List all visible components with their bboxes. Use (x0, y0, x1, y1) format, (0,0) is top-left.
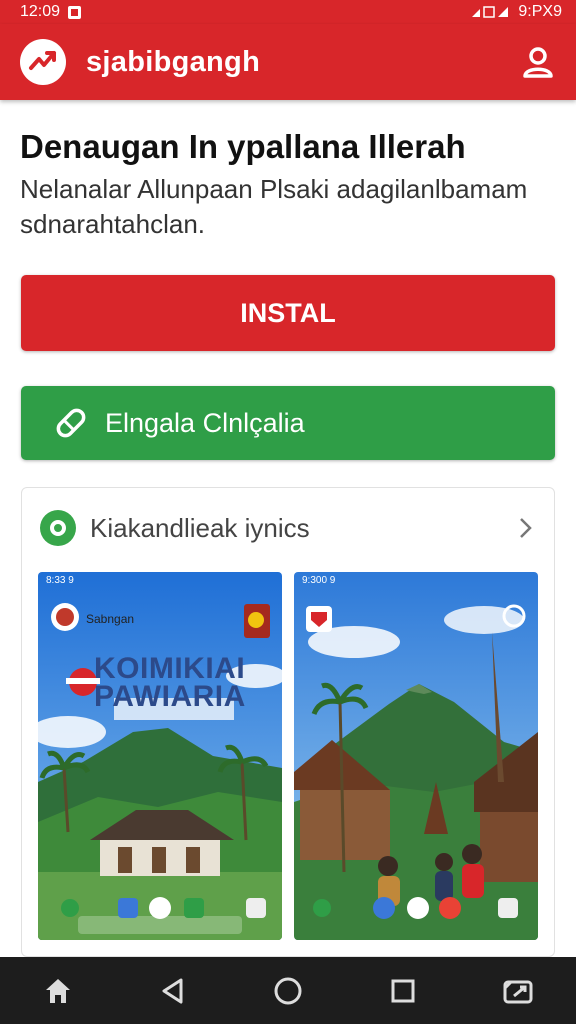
install-button[interactable]: INSTAL (21, 275, 555, 351)
user-icon[interactable] (518, 42, 558, 82)
screenshot-icon[interactable] (490, 963, 546, 1019)
banner-title-line-2: PAWIARIA (94, 680, 246, 713)
chat-icon (40, 510, 76, 546)
screenshot-status-1: 8:33 9 (46, 575, 74, 586)
home-icon[interactable] (30, 963, 86, 1019)
screenshot-label-1: Sabngan (86, 612, 135, 626)
card-title: Kiakandlieak iynics (90, 512, 310, 543)
chart-trend-icon[interactable] (20, 39, 66, 85)
notification-icon (68, 5, 82, 19)
app-bar: sjabibgangh (0, 24, 576, 100)
screenshot-status-2: 9:300 9 (302, 575, 336, 586)
status-time: 12:09 (20, 3, 61, 20)
signal-icon (472, 6, 509, 18)
home-circle-icon[interactable] (260, 963, 316, 1019)
secondary-button-label: Elngala Clnlçalia (105, 407, 305, 438)
navigation-bar (0, 957, 576, 1024)
page-description: Nelanalar Allunpaan Plsaki adagilanlbama… (20, 174, 528, 239)
recents-icon[interactable] (375, 963, 431, 1019)
link-icon (53, 405, 89, 441)
app-screenshot-1[interactable]: 8:33 9 Sabngan KOIMIKIAI PAWIARIA (38, 572, 282, 940)
page-title: Denaugan In ypallana Illerah (20, 128, 466, 165)
app-screenshot-2[interactable]: 9:300 9 (294, 572, 538, 940)
secondary-action-button[interactable]: Elngala Clnlçalia (21, 386, 555, 460)
status-bar: 12:09 9:PX9 (0, 0, 576, 24)
status-right-text: 9:PX9 (518, 3, 562, 20)
chevron-right-icon[interactable] (512, 514, 540, 542)
app-title: sjabibgangh (86, 45, 261, 78)
back-icon[interactable] (145, 963, 201, 1019)
card-header[interactable]: Kiakandlieak iynics (40, 508, 540, 548)
